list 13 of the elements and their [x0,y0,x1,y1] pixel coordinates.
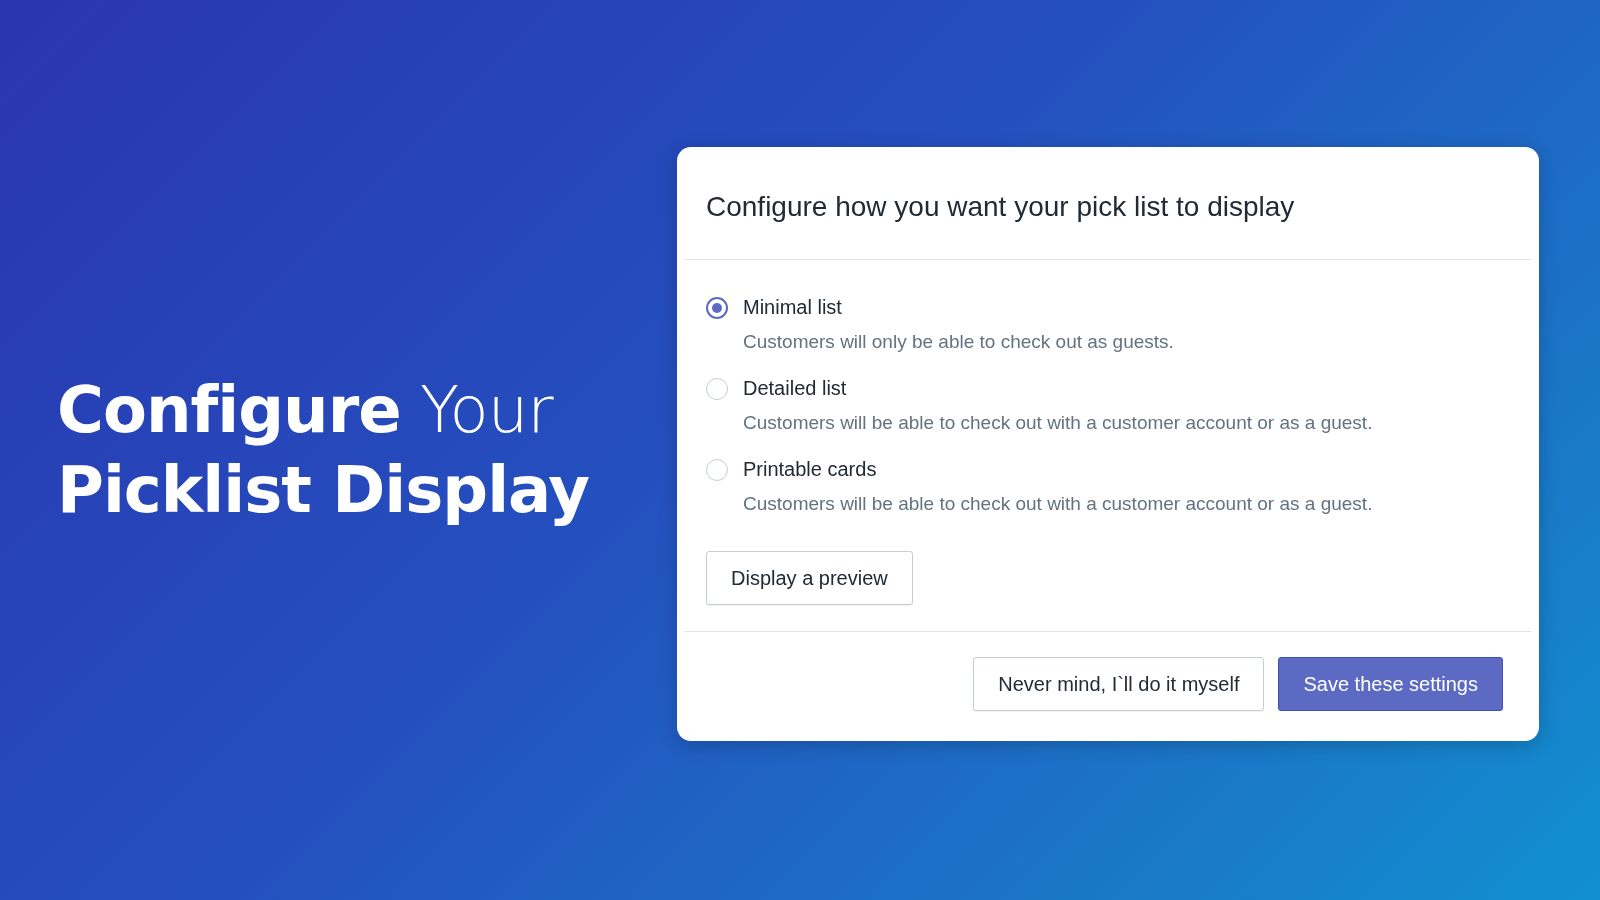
radio-button[interactable] [706,296,728,319]
headline-text: Configure Your [57,372,555,449]
option-label[interactable]: Minimal list [743,296,1510,319]
preview-button[interactable]: Display a preview [706,551,913,605]
save-button[interactable]: Save these settings [1278,657,1503,711]
option-description: Customers will be able to check out with a customer account or as a guest. [743,412,1374,434]
option-description: Customers will be able to check out with a customer account or as a guest. [743,493,1374,515]
option-description: Customers will only be able to check out as guests. [743,331,1175,353]
option-label[interactable]: Detailed list [743,377,1510,400]
dialog-title: Configure how you want your pick list to display [705,190,1296,224]
headline-text: Picklist Display [57,452,591,529]
option-label[interactable]: Printable cards [743,458,1510,481]
cancel-button[interactable]: Never mind, I`ll do it myself [973,657,1265,711]
